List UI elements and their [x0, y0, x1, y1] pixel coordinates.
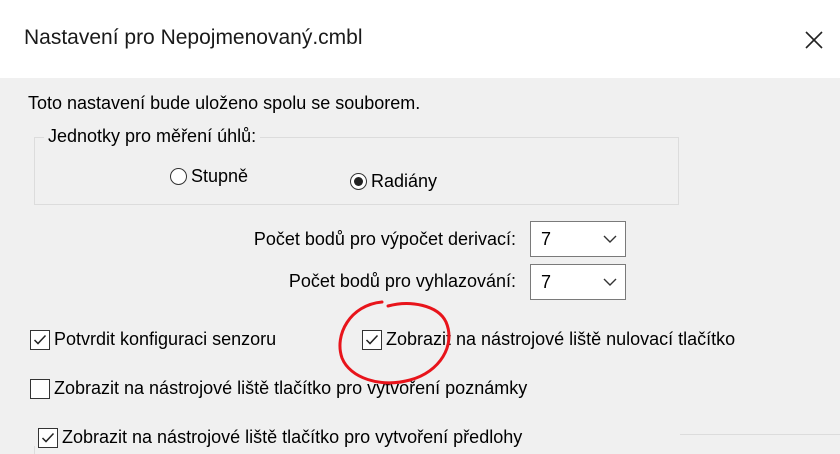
radio-degrees[interactable]: Stupně: [170, 166, 248, 187]
window-title: Nastavení pro Nepojmenovaný.cmbl: [24, 26, 363, 49]
smoothing-points-select[interactable]: 7: [530, 264, 626, 300]
checkbox-show-note-button-label: Zobrazit na nástrojové liště tlačítko pr…: [54, 378, 528, 398]
checkmark-icon: [41, 432, 55, 443]
checkbox-confirm-sensor-config-label: Potvrdit konfiguraci senzoru: [54, 329, 277, 349]
checkmark-icon: [33, 334, 47, 345]
derivative-points-label: Počet bodů pro výpočet derivací:: [253, 229, 516, 249]
checkbox-show-template-button[interactable]: Zobrazit na nástrojové liště tlačítko pr…: [38, 427, 522, 448]
close-button[interactable]: [788, 16, 840, 64]
intro-text: Toto nastavení bude uloženo spolu se sou…: [28, 93, 421, 113]
smoothing-points-value: 7: [541, 271, 552, 292]
checkbox-show-note-button[interactable]: Zobrazit na nástrojové liště tlačítko pr…: [30, 378, 527, 399]
radio-radians[interactable]: Radiány: [350, 171, 437, 192]
checkbox-confirm-sensor-config[interactable]: Potvrdit konfiguraci senzoru: [30, 329, 276, 350]
radio-degrees-label: Stupně: [191, 166, 249, 186]
derivative-points-select[interactable]: 7: [530, 221, 626, 257]
angle-units-legend: Jednotky pro měření úhlů:: [44, 126, 261, 147]
checkbox-show-zero-button-box[interactable]: [362, 329, 382, 350]
title-bar: Nastavení pro Nepojmenovaný.cmbl: [0, 0, 840, 78]
chevron-down-icon: [603, 278, 617, 286]
smoothing-points-label: Počet bodů pro vyhlazování:: [288, 271, 516, 291]
radio-radians-circle[interactable]: [350, 173, 367, 190]
checkbox-confirm-sensor-config-box[interactable]: [30, 329, 50, 350]
checkmark-icon: [365, 334, 379, 345]
group-border-line: [680, 434, 840, 435]
radio-degrees-circle[interactable]: [170, 168, 187, 185]
checkbox-show-template-button-label: Zobrazit na nástrojové liště tlačítko pr…: [62, 427, 523, 447]
close-icon: [805, 31, 823, 49]
checkbox-show-zero-button-label: Zobrazit na nástrojové liště nulovací tl…: [386, 329, 736, 349]
radio-radians-label: Radiány: [371, 171, 438, 191]
checkbox-show-zero-button[interactable]: Zobrazit na nástrojové liště nulovací tl…: [362, 329, 735, 350]
derivative-points-value: 7: [541, 228, 552, 249]
checkbox-show-template-button-box[interactable]: [38, 427, 58, 448]
checkbox-show-note-button-box[interactable]: [30, 378, 50, 399]
chevron-down-icon: [603, 235, 617, 243]
group-border-left: [34, 446, 35, 454]
radio-selected-dot: [354, 177, 363, 186]
